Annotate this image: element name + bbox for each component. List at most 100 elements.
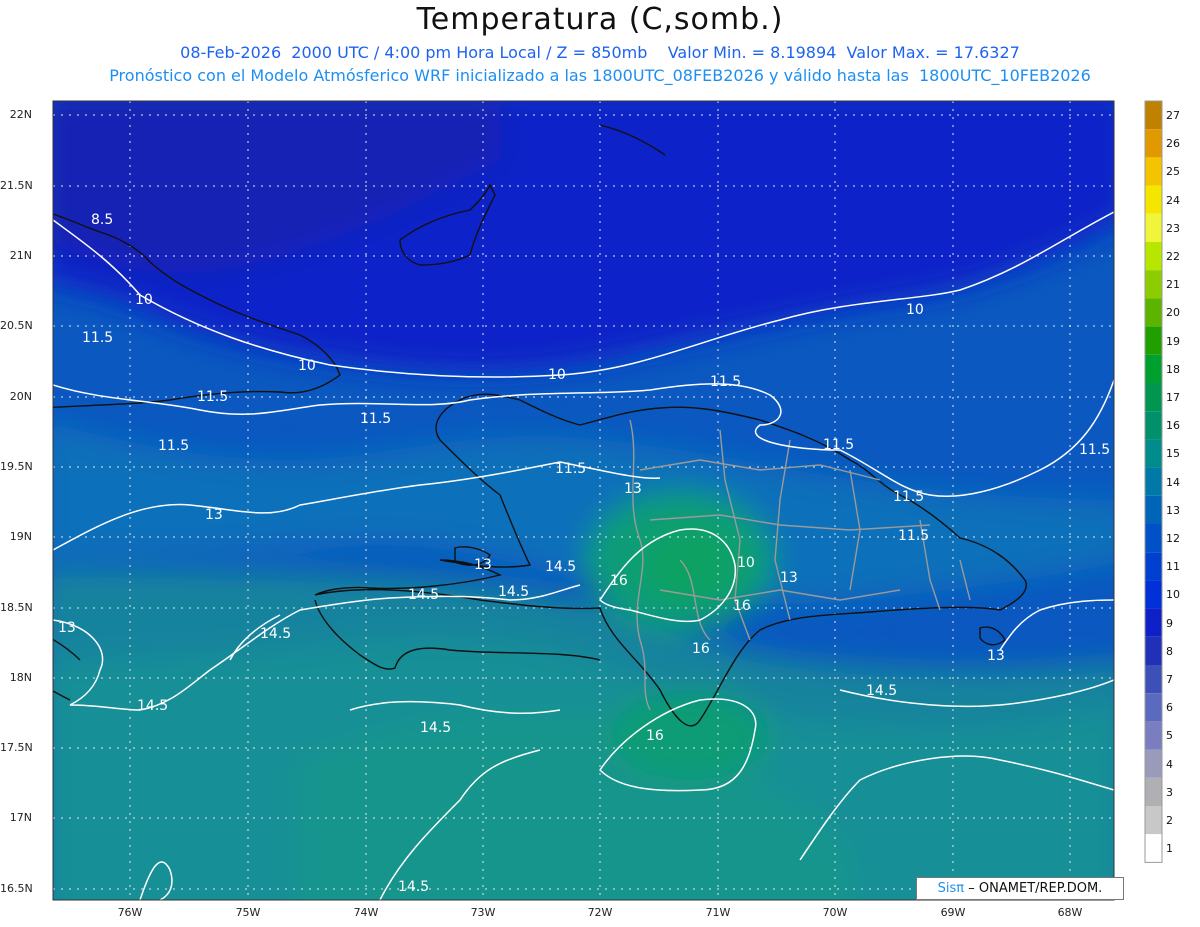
color-scale-label: 5 bbox=[1166, 729, 1173, 743]
color-scale-swatch bbox=[1145, 185, 1162, 214]
color-scale-swatch bbox=[1145, 580, 1162, 609]
color-scale-swatch bbox=[1145, 439, 1162, 468]
color-scale-label: 19 bbox=[1166, 334, 1180, 348]
contour-label: 13 bbox=[624, 481, 642, 497]
contour-label: 11.5 bbox=[710, 374, 742, 390]
contour-label: 11.5 bbox=[893, 489, 925, 505]
contour-label: 11.5 bbox=[158, 438, 190, 454]
contour-label: 14.5 bbox=[498, 584, 530, 600]
color-scale-swatch bbox=[1145, 270, 1162, 299]
color-scale-label: 13 bbox=[1166, 503, 1180, 517]
color-scale-swatch bbox=[1145, 552, 1162, 581]
contour-label: 11.5 bbox=[823, 437, 855, 453]
color-scale-label: 6 bbox=[1166, 701, 1173, 715]
color-scale-swatch bbox=[1145, 383, 1162, 412]
temperature-shading bbox=[53, 101, 1114, 900]
lat-label: 19N bbox=[9, 530, 32, 543]
lon-label: 71W bbox=[705, 906, 731, 919]
color-scale-label: 26 bbox=[1166, 137, 1180, 151]
contour-label: 16 bbox=[610, 573, 628, 589]
color-scale-label: 17 bbox=[1166, 391, 1180, 404]
lat-label: 20N bbox=[9, 390, 32, 403]
color-scale-bar bbox=[1144, 100, 1163, 863]
color-scale-label: 2 bbox=[1166, 814, 1173, 827]
color-scale-swatch bbox=[1145, 354, 1162, 383]
contour-label: 13 bbox=[205, 507, 223, 523]
color-scale-label: 25 bbox=[1166, 165, 1180, 179]
lat-label: 21.5N bbox=[0, 179, 33, 192]
contour-label: 13 bbox=[474, 557, 492, 573]
color-scale-swatch bbox=[1145, 411, 1162, 440]
contour-label: 14.5 bbox=[398, 879, 430, 895]
color-scale-label: 22 bbox=[1166, 250, 1180, 263]
color-scale-label: 27 bbox=[1166, 109, 1180, 122]
color-scale-swatch bbox=[1145, 101, 1162, 130]
lat-label: 18.5N bbox=[0, 601, 33, 614]
color-scale-swatch bbox=[1145, 467, 1162, 496]
contour-label: 11.5 bbox=[360, 411, 392, 427]
contour-label: 10 bbox=[548, 367, 566, 383]
color-scale-swatch bbox=[1145, 524, 1162, 553]
contour-label: 14.5 bbox=[420, 720, 452, 736]
color-scale-label: 3 bbox=[1166, 785, 1173, 799]
sispi-logo: Sisπ bbox=[937, 881, 965, 896]
contour-label: 14.5 bbox=[866, 683, 898, 699]
color-scale-label: 11 bbox=[1166, 560, 1180, 574]
contour-label: 11.5 bbox=[898, 528, 930, 544]
contour-label: 10 bbox=[906, 302, 924, 318]
lat-label: 17N bbox=[9, 811, 32, 824]
temperature-map bbox=[52, 100, 1163, 901]
color-scale-label: 10 bbox=[1166, 588, 1180, 602]
lon-label: 72W bbox=[587, 906, 613, 919]
color-scale-swatch bbox=[1145, 129, 1162, 158]
color-scale-swatch bbox=[1145, 721, 1162, 750]
lat-label: 19.5N bbox=[0, 460, 33, 473]
lon-label: 74W bbox=[353, 906, 379, 919]
color-scale-label: 12 bbox=[1166, 532, 1180, 545]
color-scale-swatch bbox=[1145, 326, 1162, 355]
lon-label: 70W bbox=[822, 906, 848, 919]
color-scale-label: 7 bbox=[1166, 673, 1173, 686]
contour-label: 14.5 bbox=[545, 559, 577, 575]
lat-label: 20.5N bbox=[0, 319, 33, 332]
contour-label: 11.5 bbox=[1079, 442, 1111, 458]
color-scale-swatch bbox=[1145, 665, 1162, 694]
lon-label: 69W bbox=[940, 906, 966, 919]
color-scale-swatch bbox=[1145, 213, 1162, 242]
color-scale-label: 9 bbox=[1166, 616, 1173, 630]
contour-label: 10 bbox=[135, 292, 153, 308]
color-scale-label: 24 bbox=[1166, 193, 1180, 207]
contour-label: 13 bbox=[780, 570, 798, 586]
contour-label: 16 bbox=[733, 598, 751, 614]
color-scale-swatch bbox=[1145, 636, 1162, 665]
lat-label: 21N bbox=[9, 249, 32, 262]
color-scale-swatch bbox=[1145, 608, 1162, 637]
lon-label: 68W bbox=[1057, 906, 1083, 919]
contour-label: 11.5 bbox=[197, 389, 229, 405]
color-scale-swatch bbox=[1145, 777, 1162, 806]
contour-label: 14.5 bbox=[137, 698, 169, 714]
color-scale-swatch bbox=[1145, 834, 1162, 863]
color-scale-label: 16 bbox=[1166, 419, 1180, 433]
lon-label: 76W bbox=[117, 906, 143, 919]
lat-label: 22N bbox=[9, 108, 32, 121]
credit-badge: Sisπ – ONAMET/REP.DOM. bbox=[916, 877, 1124, 900]
color-scale-label: 21 bbox=[1166, 278, 1180, 292]
credit-text: – ONAMET/REP.DOM. bbox=[968, 881, 1103, 896]
color-scale-swatch bbox=[1145, 157, 1162, 186]
color-scale-label: 14 bbox=[1166, 475, 1180, 489]
color-scale-label: 23 bbox=[1166, 221, 1180, 235]
contour-label: 16 bbox=[692, 641, 710, 657]
contour-label: 16 bbox=[646, 728, 664, 744]
color-scale-swatch bbox=[1145, 693, 1162, 722]
contour-label: 10 bbox=[298, 358, 316, 374]
lon-label: 73W bbox=[470, 906, 496, 919]
color-scale-label: 1 bbox=[1166, 842, 1173, 856]
color-scale-label: 18 bbox=[1166, 362, 1180, 376]
color-scale-label: 8 bbox=[1166, 644, 1173, 658]
contour-label: 11.5 bbox=[555, 461, 587, 477]
contour-label: 11.5 bbox=[82, 330, 114, 346]
color-scale-label: 20 bbox=[1166, 306, 1180, 320]
lat-label: 16.5N bbox=[0, 882, 33, 895]
color-scale-label: 15 bbox=[1166, 447, 1180, 461]
